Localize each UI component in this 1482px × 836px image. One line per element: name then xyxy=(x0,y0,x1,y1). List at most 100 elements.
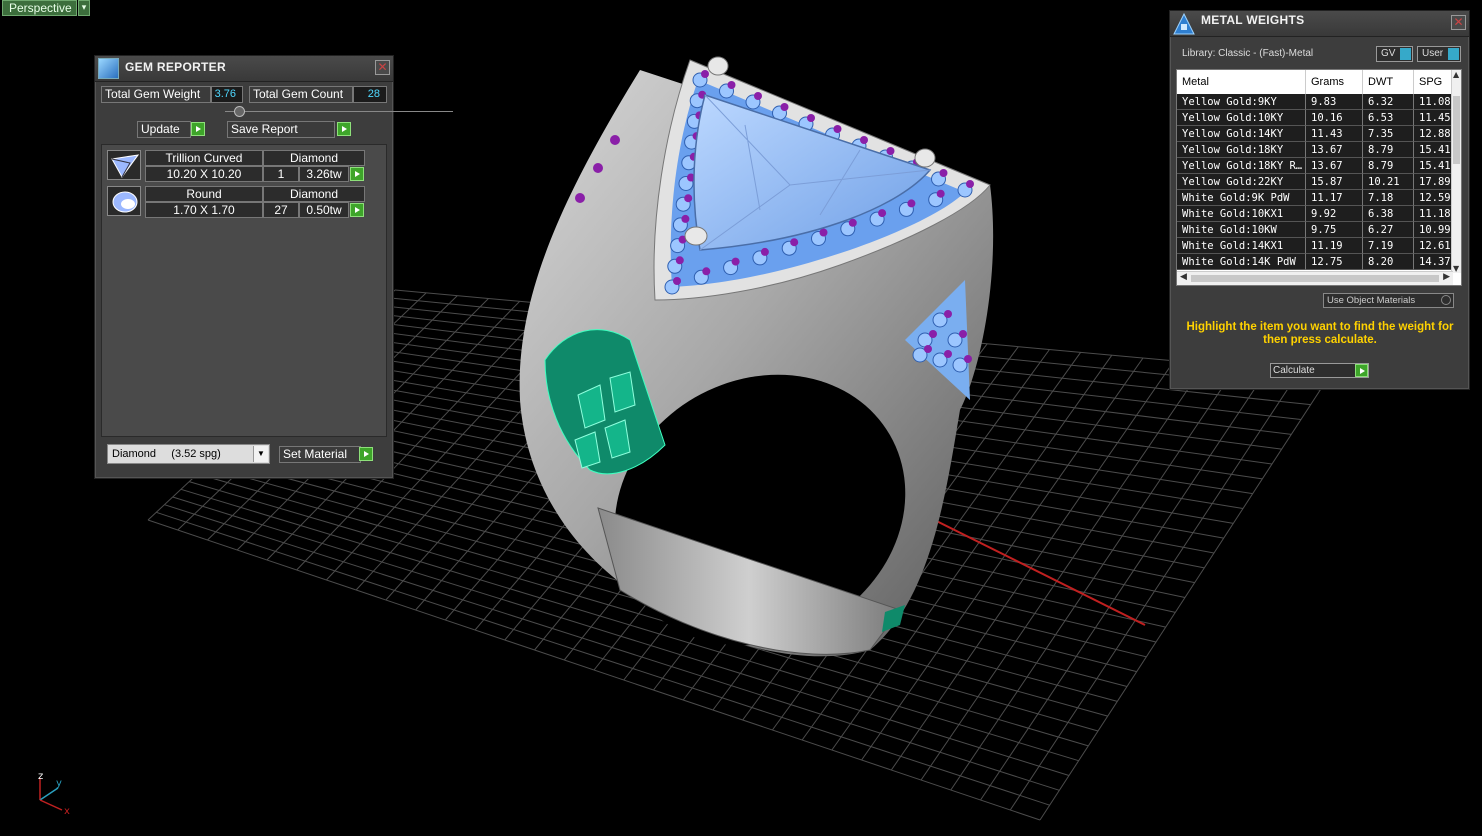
gem-material: Diamond xyxy=(263,186,365,202)
side-prong xyxy=(944,310,952,318)
gem-reporter-icon xyxy=(98,58,119,79)
spg-cell: 15.41 xyxy=(1414,142,1453,158)
gem-reporter-title-bar[interactable]: GEM REPORTER ✕ xyxy=(95,56,393,82)
viewport-dropdown-icon[interactable]: ▾ xyxy=(78,0,90,16)
viewport-label[interactable]: Perspective xyxy=(2,0,77,16)
vertical-scrollbar[interactable]: ▲ ▼ xyxy=(1451,70,1461,273)
metal-name-cell: Yellow Gold:22KY xyxy=(1177,174,1306,190)
total-gem-count-label: Total Gem Count xyxy=(249,86,353,103)
halo-prong xyxy=(790,238,799,247)
grams-cell: 9.75 xyxy=(1306,222,1363,238)
radio-icon[interactable] xyxy=(1441,295,1451,305)
gem-slider-thumb[interactable] xyxy=(233,106,245,117)
table-row[interactable]: Yellow Gold:18KY 13.67 8.79 15.41 xyxy=(1177,142,1453,158)
save-report-go-icon[interactable] xyxy=(337,122,351,136)
halo-prong xyxy=(860,136,868,144)
table-row[interactable]: Yellow Gold:18KY R… 13.67 8.79 15.41 xyxy=(1177,158,1453,174)
metal-name-cell: White Gold:14K PdW xyxy=(1177,254,1306,270)
grams-cell: 10.16 xyxy=(1306,110,1363,126)
column-header-grams[interactable]: Grams xyxy=(1306,70,1363,94)
halo-prong xyxy=(675,256,684,265)
metal-weights-icon xyxy=(1173,12,1195,35)
metal-weights-panel: METAL WEIGHTS ✕ Library: Classic - (Fast… xyxy=(1169,10,1470,390)
dwt-cell: 7.19 xyxy=(1363,238,1414,254)
halo-prong xyxy=(701,70,709,78)
update-button[interactable]: Update xyxy=(137,121,191,138)
halo-prong xyxy=(760,247,769,256)
table-row[interactable]: White Gold:14KX1 11.19 7.19 12.61 xyxy=(1177,238,1453,254)
grams-cell: 13.67 xyxy=(1306,158,1363,174)
grams-cell: 15.87 xyxy=(1306,174,1363,190)
close-icon[interactable]: ✕ xyxy=(375,60,390,75)
user-toggle[interactable]: User xyxy=(1417,46,1461,62)
table-row[interactable]: Yellow Gold:22KY 15.87 10.21 17.89 xyxy=(1177,174,1453,190)
gem-row[interactable]: Trillion Curved Diamond 10.20 X 10.20 1 … xyxy=(105,147,365,182)
gem-select-go-icon[interactable] xyxy=(350,167,364,181)
gem-reporter-title: GEM REPORTER xyxy=(125,60,226,74)
metal-weights-table[interactable]: Metal Grams DWT SPG Yellow Gold:9KY 9.83 6… xyxy=(1176,69,1462,286)
grams-cell: 13.67 xyxy=(1306,142,1363,158)
gem-shape: Round xyxy=(145,186,263,202)
table-row[interactable]: White Gold:10KW 9.75 6.27 10.99 xyxy=(1177,222,1453,238)
use-object-materials-toggle[interactable]: Use Object Materials xyxy=(1323,293,1454,308)
metal-weights-title-bar[interactable]: METAL WEIGHTS ✕ xyxy=(1170,11,1469,37)
table-row[interactable]: Yellow Gold:9KY 9.83 6.32 11.08 xyxy=(1177,94,1453,110)
table-row[interactable]: White Gold:10KX1 9.92 6.38 11.18 xyxy=(1177,206,1453,222)
save-report-button[interactable]: Save Report xyxy=(227,121,335,138)
close-icon[interactable]: ✕ xyxy=(1451,15,1466,30)
table-header: Metal Grams DWT SPG xyxy=(1177,70,1461,94)
update-go-icon[interactable] xyxy=(191,122,205,136)
gem-row[interactable]: Round Diamond 1.70 X 1.70 27 0.50tw xyxy=(105,183,365,218)
calculate-button[interactable]: Calculate xyxy=(1270,363,1369,378)
column-header-metal[interactable]: Metal xyxy=(1177,70,1306,94)
spg-cell: 11.45 xyxy=(1414,110,1453,126)
ring-model[interactable] xyxy=(519,56,994,698)
calculate-go-icon[interactable] xyxy=(1355,364,1368,377)
material-select[interactable]: Diamond (3.52 spg) ▼ xyxy=(107,444,270,464)
gem-shape: Trillion Curved xyxy=(145,150,263,166)
dwt-cell: 7.18 xyxy=(1363,190,1414,206)
gem-count: 27 xyxy=(263,202,299,218)
shank-stone xyxy=(610,135,620,145)
scroll-down-icon[interactable]: ▼ xyxy=(1453,264,1459,273)
table-row[interactable]: Yellow Gold:10KY 10.16 6.53 11.45 xyxy=(1177,110,1453,126)
table-row[interactable]: Yellow Gold:14KY 11.43 7.35 12.88 xyxy=(1177,126,1453,142)
shank-stone xyxy=(593,163,603,173)
halo-prong xyxy=(807,114,815,122)
spg-cell: 12.88 xyxy=(1414,126,1453,142)
scroll-left-icon[interactable]: ◀ xyxy=(1180,272,1187,282)
metal-name-cell: White Gold:14KX1 xyxy=(1177,238,1306,254)
gem-select-go-icon[interactable] xyxy=(350,203,364,217)
axis-gizmo: z y x xyxy=(38,771,70,817)
trillion-gem-icon xyxy=(107,150,141,180)
halo-prong xyxy=(939,169,948,177)
gv-toggle[interactable]: GV xyxy=(1376,46,1413,62)
gem-size: 1.70 X 1.70 xyxy=(145,202,263,218)
column-header-spg[interactable]: SPG xyxy=(1414,70,1453,94)
dwt-cell: 6.27 xyxy=(1363,222,1414,238)
scrollbar-thumb[interactable] xyxy=(1191,275,1439,282)
table-row[interactable]: White Gold:9K PdW 11.17 7.18 12.59 xyxy=(1177,190,1453,206)
gem-slider-track[interactable] xyxy=(225,111,453,112)
library-label: Library: Classic - (Fast)-Metal xyxy=(1182,48,1314,59)
side-prong xyxy=(959,330,967,338)
set-material-button[interactable]: Set Material xyxy=(279,446,361,463)
side-prong xyxy=(944,350,952,358)
horizontal-scrollbar[interactable]: ◀ ▶ xyxy=(1177,271,1453,285)
chevron-down-icon[interactable]: ▼ xyxy=(253,446,268,462)
scrollbar-thumb[interactable] xyxy=(1453,96,1460,164)
toggle-knob-icon xyxy=(1400,48,1411,60)
scroll-up-icon[interactable]: ▲ xyxy=(1453,70,1459,79)
halo-prong xyxy=(936,189,945,198)
halo-prong xyxy=(702,267,711,276)
set-material-go-icon[interactable] xyxy=(359,447,373,461)
scroll-right-icon[interactable]: ▶ xyxy=(1443,272,1450,282)
metal-name-cell: White Gold:10KW xyxy=(1177,222,1306,238)
gem-list[interactable]: Trillion Curved Diamond 10.20 X 10.20 1 … xyxy=(101,144,387,437)
toggle-knob-icon xyxy=(1448,48,1459,60)
metal-name-cell: White Gold:9K PdW xyxy=(1177,190,1306,206)
table-row[interactable]: White Gold:14K PdW 12.75 8.20 14.37 xyxy=(1177,254,1453,270)
gem-size: 10.20 X 10.20 xyxy=(145,166,263,182)
column-header-dwt[interactable]: DWT xyxy=(1363,70,1414,94)
gem-weight: 0.50tw xyxy=(299,202,349,218)
